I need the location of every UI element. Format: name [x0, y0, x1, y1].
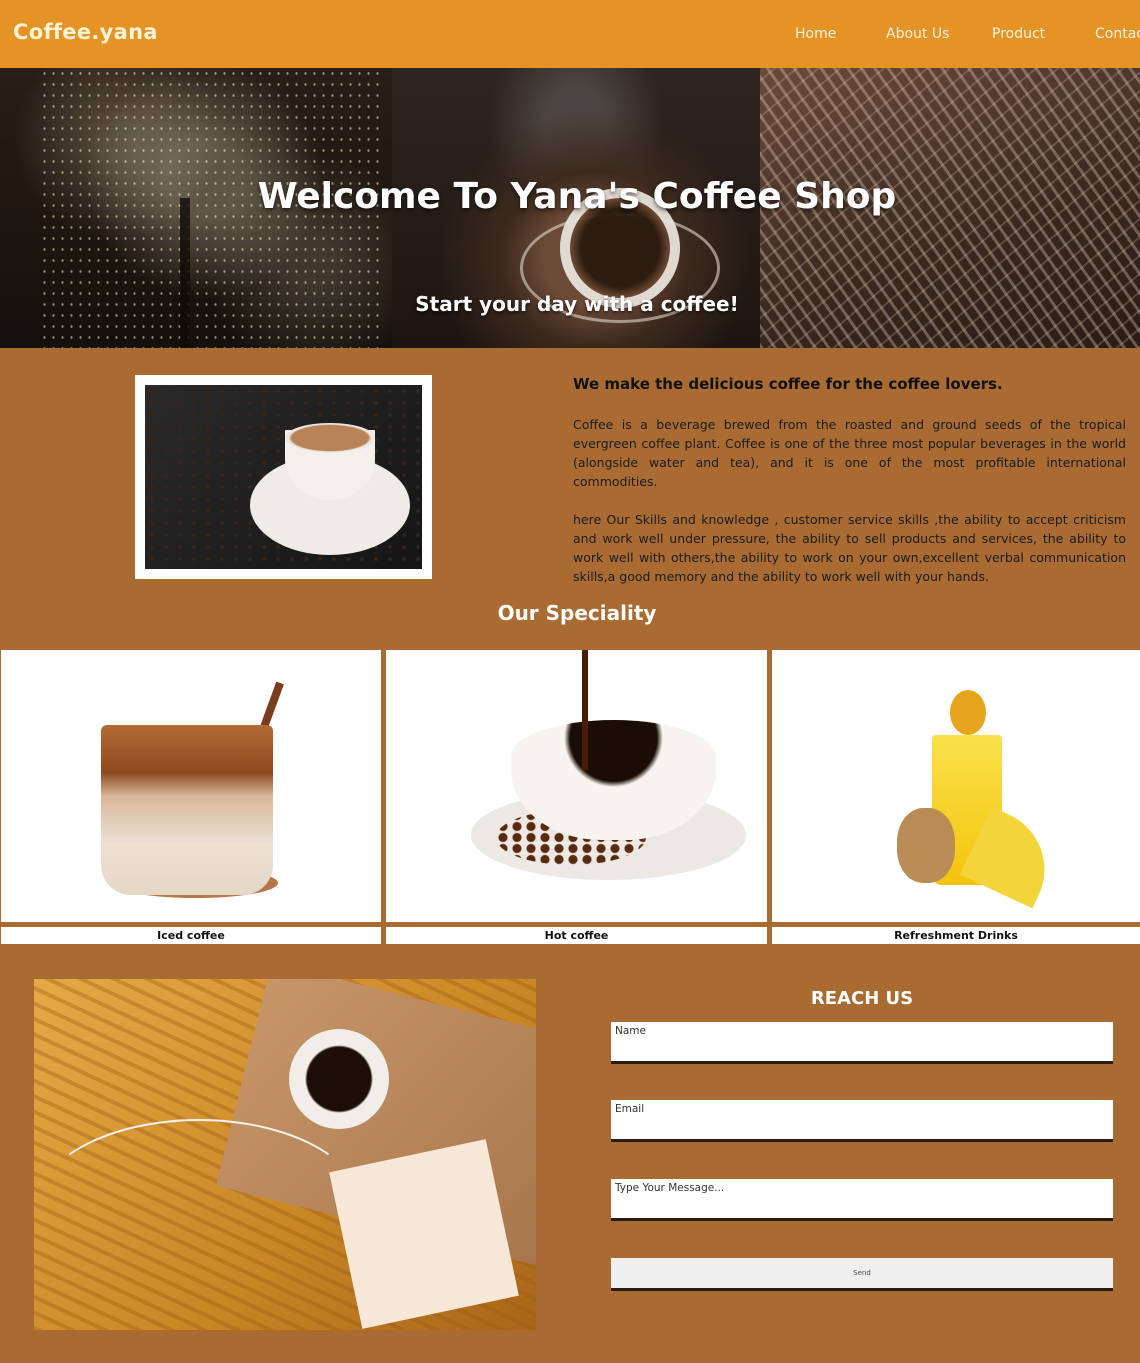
- hero-subtitle: Start your day with a coffee!: [415, 292, 739, 316]
- email-label: Email: [615, 1103, 645, 1115]
- speciality-card-hot-coffee[interactable]: [386, 650, 767, 922]
- hot-coffee-cup-image: [511, 720, 716, 840]
- speciality-label-refreshment-drinks: Refreshment Drinks: [772, 927, 1140, 944]
- about-paragraph-1: Coffee is a beverage brewed from the roa…: [573, 417, 1126, 489]
- contact-coffee-image: [34, 979, 536, 1330]
- email-input[interactable]: [611, 1100, 1113, 1142]
- pineapple-decoration: [950, 690, 986, 735]
- name-input[interactable]: [611, 1022, 1113, 1064]
- hero-banner: Welcome To Yana's Coffee Shop Start your…: [0, 68, 1140, 348]
- speciality-card-refreshment-drinks[interactable]: [772, 650, 1140, 922]
- speciality-label-hot-coffee: Hot coffee: [386, 927, 767, 944]
- nav-link-product[interactable]: Product: [992, 26, 1045, 42]
- about-coffee-surface: [285, 423, 375, 453]
- speciality-label-iced-coffee: Iced coffee: [1, 927, 381, 944]
- message-label: Type Your Message...: [615, 1182, 725, 1194]
- coffee-mug-decoration: [289, 1029, 389, 1129]
- hello-card-decoration: [329, 1139, 519, 1329]
- straw-hat-decoration: [897, 808, 955, 883]
- about-paragraph-2: here Our Skills and knowledge , customer…: [573, 512, 1126, 584]
- speciality-card-iced-coffee[interactable]: [1, 650, 381, 922]
- hero-title: Welcome To Yana's Coffee Shop: [257, 176, 897, 217]
- site-logo[interactable]: Coffee.yana: [13, 20, 158, 44]
- reach-us-title: REACH US: [810, 988, 914, 1009]
- top-navbar: Coffee.yana Home About Us Product Contac…: [0, 0, 1140, 68]
- hero-tree-decoration: [180, 198, 190, 348]
- speciality-title: Our Speciality: [497, 601, 657, 625]
- coffee-pour-decoration: [582, 650, 588, 770]
- iced-coffee-glass-image: [101, 725, 273, 895]
- about-coffee-image: [135, 375, 432, 579]
- nav-link-home[interactable]: Home: [795, 26, 836, 42]
- earphones-decoration: [34, 1119, 364, 1299]
- send-button[interactable]: Send: [611, 1258, 1113, 1291]
- name-label: Name: [615, 1025, 646, 1037]
- nav-link-about-us[interactable]: About Us: [886, 26, 949, 42]
- nav-link-contact[interactable]: Contact: [1095, 26, 1140, 42]
- about-image-content: [145, 385, 422, 569]
- about-heading: We make the delicious coffee for the cof…: [573, 375, 1003, 393]
